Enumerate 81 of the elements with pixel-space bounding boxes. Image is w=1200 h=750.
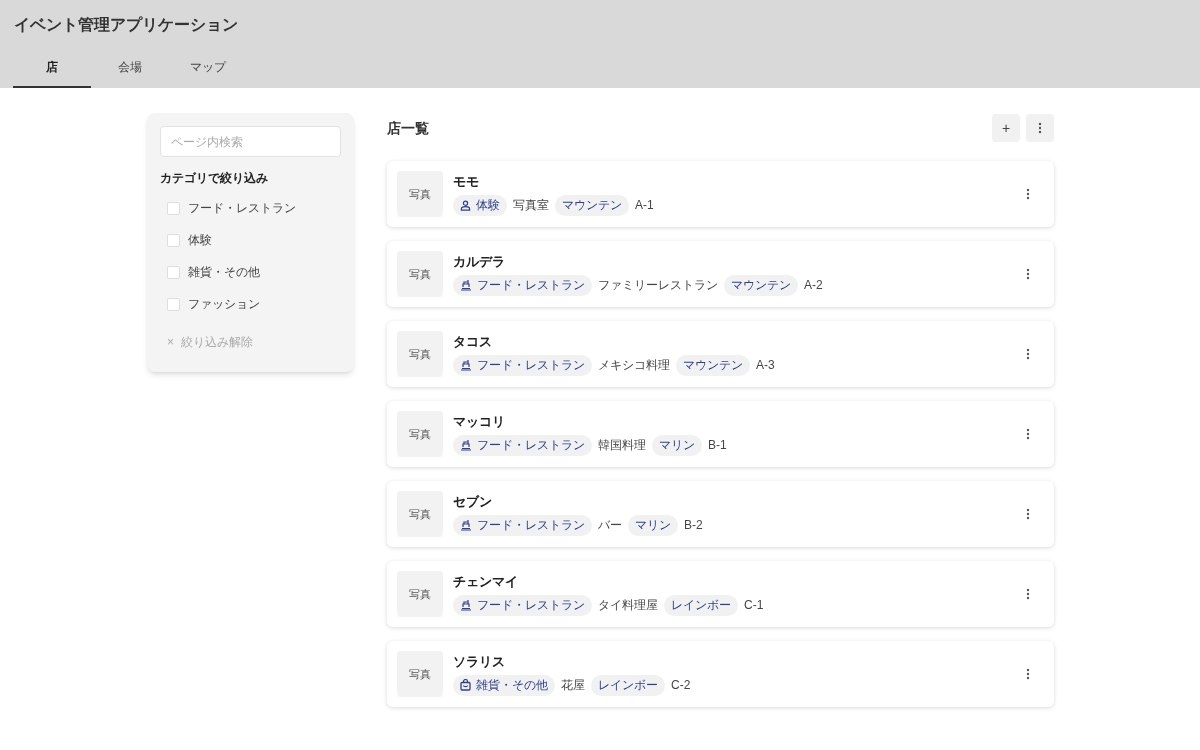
shop-name: カルデラ [453,253,506,272]
checkbox-label: ファッション [188,296,260,313]
checkbox-label: 体験 [188,232,212,249]
photo-placeholder: 写真 [397,491,443,537]
bag-icon [460,679,471,692]
photo-placeholder: 写真 [397,411,443,457]
more-icon [1038,122,1042,134]
shop-name: モモ [453,173,480,192]
search-field[interactable]: ページ内検索 [160,126,341,157]
more-icon [1026,188,1030,200]
food-icon [460,599,472,612]
category-tag: 体験 [453,194,507,216]
photo-placeholder: 写真 [397,171,443,217]
area-tag: マリン [652,434,702,456]
app-title: イベント管理アプリケーション [13,15,239,35]
shop-card[interactable]: 写真 セブン フード・レストラン バー マリン B-2 [387,481,1054,547]
tab[interactable]: マップ [169,48,247,88]
more-icon [1026,588,1030,600]
shop-card[interactable]: 写真 タコス フード・レストラン メキシコ料理 マウンテン A-3 [387,321,1054,387]
food-icon [460,359,472,372]
more-icon [1026,428,1030,440]
shop-genre: メキシコ料理 [598,357,670,375]
shop-name: マッコリ [453,413,506,432]
shop-genre: 花屋 [561,677,585,695]
checkbox[interactable] [167,233,180,247]
booth-number: A-3 [756,357,775,375]
shop-genre: ファミリーレストラン [598,277,718,295]
area-tag: マリン [628,514,678,536]
shop-genre: 韓国料理 [598,437,646,455]
category-tag: フード・レストラン [453,514,592,536]
booth-number: B-2 [684,517,703,535]
filter-heading: カテゴリで絞り込み [160,170,269,187]
booth-number: A-2 [804,277,823,295]
food-icon [460,439,472,452]
shop-genre: タイ料理屋 [598,597,658,615]
shop-genre: バー [598,517,622,535]
list-title: 店一覧 [387,118,429,138]
more-icon [1026,668,1030,680]
area-tag: レインボー [591,674,665,696]
checkbox[interactable] [167,265,180,279]
area-tag: マウンテン [676,354,750,376]
person-icon [460,199,471,211]
tab[interactable]: 会場 [91,48,169,88]
shop-card[interactable]: 写真 カルデラ フード・レストラン ファミリーレストラン マウンテン A-2 [387,241,1054,307]
more-icon [1026,508,1030,520]
area-tag: マウンテン [724,274,798,296]
shop-card[interactable]: 写真 マッコリ フード・レストラン 韓国料理 マリン B-1 [387,401,1054,467]
shop-name: チェンマイ [453,573,519,592]
tab[interactable]: 店 [13,48,91,88]
more-icon [1026,268,1030,280]
close-icon: × [167,333,174,351]
booth-number: C-1 [744,597,764,615]
category-tag: フード・レストラン [453,274,592,296]
category-tag: 雑貨・その他 [453,674,555,696]
area-tag: レインボー [664,594,738,616]
photo-placeholder: 写真 [397,251,443,297]
category-tag: フード・レストラン [453,354,592,376]
shop-card[interactable]: 写真 チェンマイ フード・レストラン タイ料理屋 レインボー C-1 [387,561,1054,627]
category-tag: フード・レストラン [453,594,592,616]
shop-genre: 写真室 [513,197,549,215]
shop-name: ソラリス [453,653,506,672]
checkbox-label: 雑貨・その他 [188,264,260,281]
area-tag: マウンテン [555,194,629,216]
food-icon [460,519,472,532]
shop-card[interactable]: 写真 ソラリス 雑貨・その他 花屋 レインボー C-2 [387,641,1054,707]
shop-card[interactable]: 写真 モモ 体験 写真室 マウンテン A-1 [387,161,1054,227]
photo-placeholder: 写真 [397,651,443,697]
category-tag: フード・レストラン [453,434,592,456]
booth-number: A-1 [635,197,654,215]
checkbox[interactable] [167,297,180,311]
food-icon [460,279,472,292]
shop-name: セブン [453,493,493,512]
checkbox-label: フード・レストラン [188,200,296,217]
add-button[interactable]: + [992,114,1020,142]
shop-name: タコス [453,333,493,352]
checkbox[interactable] [167,201,180,215]
photo-placeholder: 写真 [397,331,443,377]
booth-number: C-2 [671,677,691,695]
booth-number: B-1 [708,437,727,455]
photo-placeholder: 写真 [397,571,443,617]
more-icon [1026,348,1030,360]
